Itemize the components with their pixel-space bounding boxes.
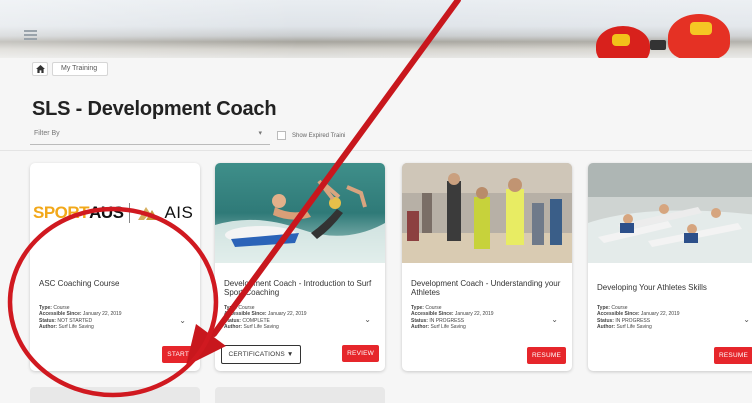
certifications-button[interactable]: CERTIFICATIONS ▼ xyxy=(221,345,301,364)
training-page: My Training SLS - Development Coach Filt… xyxy=(0,0,752,403)
start-button[interactable]: START xyxy=(162,346,194,363)
course-card-next-row xyxy=(30,387,200,403)
breadcrumb: My Training xyxy=(32,62,109,76)
chevron-down-icon[interactable]: ⌄ xyxy=(179,316,186,325)
resume-button[interactable]: RESUME xyxy=(526,347,566,364)
show-expired-checkbox[interactable] xyxy=(277,131,286,140)
caret-down-icon: ▾ xyxy=(258,130,262,137)
banner-photo-detail xyxy=(650,40,666,50)
show-expired-label: Show Expired Traini xyxy=(292,132,346,139)
course-title[interactable]: Development Coach - Understanding your A… xyxy=(411,279,561,297)
resume-button[interactable]: RESUME xyxy=(714,347,752,364)
home-icon[interactable] xyxy=(32,62,48,76)
show-expired-toggle[interactable]: Show Expired Traini xyxy=(277,131,345,140)
header-banner xyxy=(0,0,752,58)
course-logo-image: SPORT AUS AIS xyxy=(30,163,200,263)
logo-ais-text: AIS xyxy=(164,203,194,222)
logo-aus-text: AUS xyxy=(89,203,124,222)
chevron-down-icon[interactable]: ⌄ xyxy=(551,315,558,324)
banner-photo-cap xyxy=(668,14,730,58)
course-card[interactable]: Development Coach - Understanding your A… xyxy=(402,163,572,371)
course-title[interactable]: Development Coach - Introduction to Surf… xyxy=(224,279,374,297)
hamburger-menu-icon[interactable] xyxy=(24,30,37,40)
course-meta: Type: Course Accessible Since: January 2… xyxy=(597,305,680,330)
course-meta: Type: Course Accessible Since: January 2… xyxy=(39,305,122,330)
course-title[interactable]: Developing Your Athletes Skills xyxy=(597,283,747,292)
course-image xyxy=(215,163,385,263)
ais-logo-icon xyxy=(138,207,159,220)
chevron-down-icon[interactable]: ⌄ xyxy=(364,315,371,324)
review-button[interactable]: REVIEW xyxy=(342,345,379,362)
chevron-down-icon[interactable]: ⌄ xyxy=(743,315,750,324)
course-card[interactable]: SPORT AUS AIS ASC Coaching Course Type: C… xyxy=(30,163,200,371)
divider xyxy=(0,150,752,151)
course-card-next-row xyxy=(215,387,385,403)
course-card[interactable]: Developing Your Athletes Skills Type: Co… xyxy=(588,163,752,371)
logo-sport-text: SPORT xyxy=(33,203,90,222)
filter-select[interactable]: Filter By ▾ xyxy=(30,127,270,145)
course-card[interactable]: Development Coach - Introduction to Surf… xyxy=(215,163,385,371)
page-title: SLS - Development Coach xyxy=(32,98,277,120)
course-title[interactable]: ASC Coaching Course xyxy=(39,279,189,288)
breadcrumb-item-my-training[interactable]: My Training xyxy=(52,62,109,76)
course-image xyxy=(588,163,752,263)
course-meta: Type: Course Accessible Since: January 2… xyxy=(411,305,494,330)
course-meta: Type: Course Accessible Since: January 2… xyxy=(224,305,307,330)
course-image xyxy=(402,163,572,263)
filter-placeholder: Filter By xyxy=(34,130,60,137)
